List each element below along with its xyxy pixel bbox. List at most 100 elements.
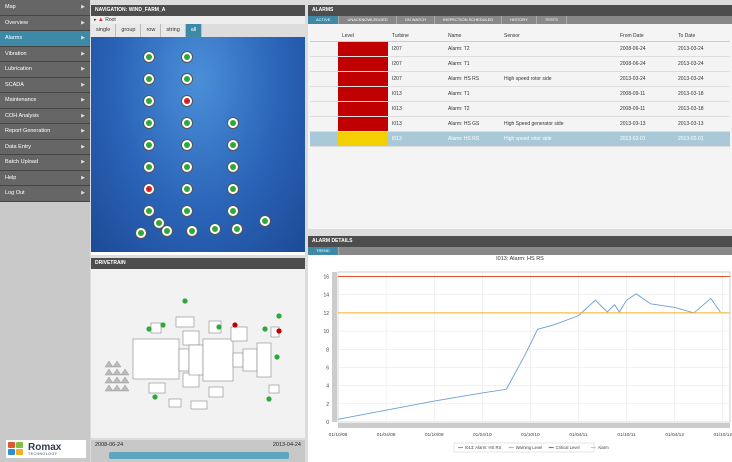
y-tick-label: 2 [326, 402, 329, 408]
tab-history[interactable]: History [502, 16, 537, 24]
tab-active[interactable]: Active [308, 16, 340, 24]
tab-group[interactable]: group [116, 24, 142, 37]
tab-inspection-scheduled[interactable]: Inspection Scheduled [435, 16, 503, 24]
alarms-table: Level Turbine Name Sensor From Date To Date I… [310, 32, 730, 147]
turbine-marker[interactable] [227, 183, 239, 195]
turbine-marker[interactable] [181, 161, 193, 173]
drivetrain-schematic [104, 298, 282, 410]
row-cell [310, 41, 338, 57]
row-cell [310, 131, 338, 147]
table-row[interactable]: I013 Alarm: HS RS High speed rotor side 201… [310, 131, 730, 147]
legend-entry: Critical Level [556, 445, 580, 450]
tree-root[interactable]: ▸ ▲ Root [91, 16, 305, 24]
menu-item-label: Batch Upload [5, 159, 39, 165]
turbine-marker[interactable] [231, 223, 243, 235]
cell-sensor [500, 101, 616, 117]
x-tick-label: 01/10/11 [617, 432, 636, 438]
warning-icon: ▲ [97, 17, 104, 23]
turbine-marker[interactable] [181, 73, 193, 85]
tab-row[interactable]: row [141, 24, 162, 37]
turbine-marker[interactable] [227, 161, 239, 173]
column-header-turbine[interactable]: Turbine [388, 32, 444, 42]
tree-root-label: Root [105, 17, 116, 23]
column-header-level[interactable]: Level [338, 32, 388, 42]
turbine-marker[interactable] [143, 205, 155, 217]
y-zoom-slider [332, 272, 337, 422]
range-start-date: 2008-06-24 [95, 442, 124, 448]
tab-single[interactable]: single [91, 24, 117, 37]
tab-string[interactable]: string [161, 24, 186, 37]
tab-unacknowledged[interactable]: Unacknowledged [339, 16, 397, 24]
turbine-marker[interactable] [186, 225, 198, 237]
turbine-alarm-marker[interactable] [181, 95, 193, 107]
range-slider-track[interactable] [109, 452, 289, 459]
turbine-marker[interactable] [143, 139, 155, 151]
menu-item-scada[interactable]: SCADA ▶ [0, 77, 90, 93]
chevron-right-icon: ▶ [81, 81, 85, 88]
date-range-slider[interactable]: 2008-06-24 2013-04-24 [91, 440, 305, 462]
navigation-panel: NAVIGATION: WIND_FARM_A ▸ ▲ Root single g… [91, 5, 305, 255]
tab-trend[interactable]: Trend [308, 247, 339, 255]
turbine-marker[interactable] [181, 117, 193, 129]
column-header-name[interactable]: Name [444, 32, 500, 42]
turbine-marker[interactable] [181, 183, 193, 195]
cell-sensor [500, 41, 616, 57]
turbine-marker[interactable] [227, 139, 239, 151]
cell-sensor: High speed rotor side [500, 131, 616, 147]
turbine-marker[interactable] [143, 117, 155, 129]
x-tick-label: 01/04/10 [473, 432, 492, 438]
menu-item-data-entry[interactable]: Data Entry ▶ [0, 139, 90, 155]
turbine-marker[interactable] [181, 51, 193, 63]
tab-tests[interactable]: Tests [537, 16, 567, 24]
table-row[interactable]: I013 Alarm: HS GS High Speed generator sid… [310, 116, 730, 132]
turbine-marker[interactable] [227, 205, 239, 217]
romax-logo: Romax TECHNOLOGY [6, 440, 86, 458]
table-row[interactable]: I207 Alarm: T1 2008-06-24 2013-03-24 [310, 56, 730, 72]
turbine-marker[interactable] [209, 223, 221, 235]
turbine-marker[interactable] [227, 117, 239, 129]
turbine-alarm-marker[interactable] [143, 183, 155, 195]
tab-on-watch[interactable]: On Watch [397, 16, 436, 24]
column-header-from-date[interactable]: From Date [616, 32, 674, 42]
table-row[interactable]: I207 Alarm: T2 2008-06-24 2013-03-24 [310, 41, 730, 57]
menu-item-vibration[interactable]: Vibration ▶ [0, 46, 90, 62]
menu-item-alarms[interactable]: Alarms ▶ [0, 31, 90, 47]
menu-item-map[interactable]: Map ▶ [0, 0, 90, 16]
menu-item-lubrication[interactable]: Lubrication ▶ [0, 62, 90, 78]
turbine-marker[interactable] [181, 139, 193, 151]
column-header-sensor[interactable]: Sensor [500, 32, 616, 42]
table-row[interactable]: I207 Alarm: HS RS High speed rotor side 201… [310, 71, 730, 87]
menu-item-batch-upload[interactable]: Batch Upload ▶ [0, 155, 90, 171]
menu-item-log-out[interactable]: Log Out ▶ [0, 186, 90, 202]
table-row[interactable]: I013 Alarm: T1 2008-09-11 2013-03-18 [310, 86, 730, 102]
trend-chart: 0 2 4 6 8 10 12 14 16 01/10/08 01/04/09 01/10/09 01/… [323, 271, 732, 453]
cell-sensor [500, 86, 616, 102]
cell-turbine: I013 [388, 101, 444, 117]
menu-item-overview[interactable]: Overview ▶ [0, 15, 90, 31]
menu-item-report-generation[interactable]: Report Generation ▶ [0, 124, 90, 140]
y-tick-label: 16 [323, 275, 329, 281]
alarm-level-indicator [338, 131, 388, 147]
turbine-marker[interactable] [143, 95, 155, 107]
column-header-to-date[interactable]: To Date [674, 32, 730, 42]
turbine-marker[interactable] [143, 161, 155, 173]
menu-item-help[interactable]: Help ▶ [0, 170, 90, 186]
menu-item-maintenance[interactable]: Maintenance ▶ [0, 93, 90, 109]
chevron-right-icon: ▶ [81, 97, 85, 103]
turbine-marker[interactable] [135, 227, 147, 239]
cell-turbine: I013 [388, 131, 444, 147]
turbine-marker[interactable] [143, 51, 155, 63]
tab-all[interactable]: all [185, 24, 203, 37]
cell-from: 2008-09-11 [616, 101, 674, 117]
chevron-right-icon: ▶ [81, 128, 85, 134]
turbine-marker[interactable] [161, 225, 173, 237]
table-row[interactable]: I013 Alarm: T2 2008-09-11 2013-03-18 [310, 101, 730, 117]
x-tick-label: 01/10/10 [521, 432, 540, 438]
chevron-right-icon: ▶ [81, 143, 85, 150]
turbine-marker[interactable] [181, 205, 193, 217]
menu-item-label: Log Out [5, 190, 25, 196]
turbine-marker[interactable] [143, 73, 155, 85]
menu-item-coh-analysis[interactable]: COH Analysis ▶ [0, 108, 90, 124]
turbine-marker[interactable] [259, 215, 271, 227]
row-cell [310, 86, 338, 102]
